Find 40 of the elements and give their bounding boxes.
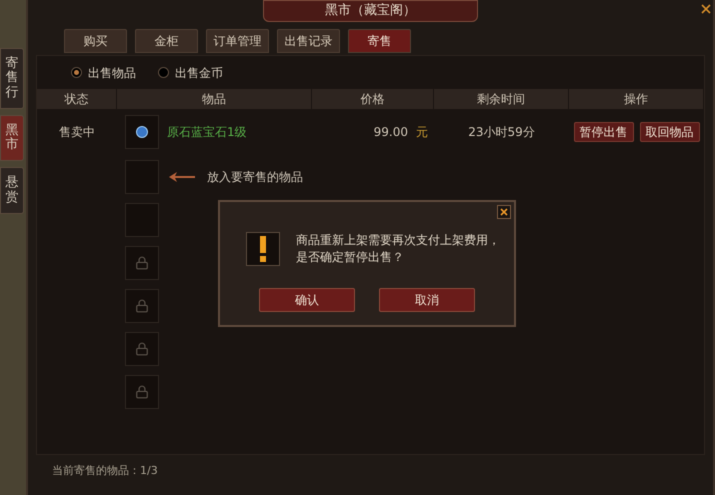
close-icon[interactable] — [701, 4, 711, 14]
footer-count: 1/3 — [140, 463, 158, 479]
column-header: 操作 — [624, 91, 648, 108]
lock-icon — [135, 298, 149, 312]
side-tab[interactable]: 寄售行 — [0, 48, 24, 109]
tab[interactable]: 寄售 — [348, 29, 411, 53]
window-title: 黑市（藏宝阁） — [263, 0, 478, 22]
footer-label: 当前寄售的物品： — [52, 463, 140, 479]
hint-text: 放入要寄售的物品 — [207, 168, 303, 186]
dialog-button[interactable]: 确认 — [259, 288, 355, 312]
tab[interactable]: 出售记录 — [277, 29, 340, 53]
status-text: 售卖中 — [59, 124, 95, 141]
column-header: 价格 — [360, 91, 384, 108]
lock-icon — [135, 342, 149, 356]
left-arrow-icon — [169, 172, 195, 182]
action-button[interactable]: 暂停出售 — [574, 122, 634, 142]
dialog-button[interactable]: 取消 — [379, 288, 475, 312]
currency-text: 元 — [416, 124, 428, 141]
lock-icon — [135, 256, 149, 270]
column-header: 物品 — [202, 91, 226, 108]
price-text: 99.00 — [374, 124, 408, 141]
tab[interactable]: 购买 — [64, 29, 127, 53]
column-header: 状态 — [64, 91, 88, 108]
radio-option[interactable]: 出售物品 — [71, 64, 136, 82]
gem-icon — [136, 126, 148, 138]
empty-slot — [125, 202, 159, 236]
action-button[interactable]: 取回物品 — [640, 122, 700, 142]
item-name: 原石蓝宝石1级 — [167, 124, 247, 141]
side-tab[interactable]: 悬赏 — [0, 167, 24, 214]
warning-icon — [246, 232, 280, 266]
close-icon[interactable] — [497, 205, 511, 219]
column-header: 剩余时间 — [477, 91, 525, 108]
lock-icon — [135, 384, 149, 398]
radio-option[interactable]: 出售金币 — [158, 64, 223, 82]
time-left-text: 23小时59分 — [468, 124, 535, 141]
dialog-message: 商品重新上架需要再次支付上架费用，是否确定暂停出售？ — [296, 232, 501, 266]
tab[interactable]: 订单管理 — [206, 29, 269, 53]
empty-slot — [125, 160, 159, 194]
side-tab[interactable]: 黑市 — [0, 114, 24, 162]
tab[interactable]: 金柜 — [135, 29, 198, 53]
